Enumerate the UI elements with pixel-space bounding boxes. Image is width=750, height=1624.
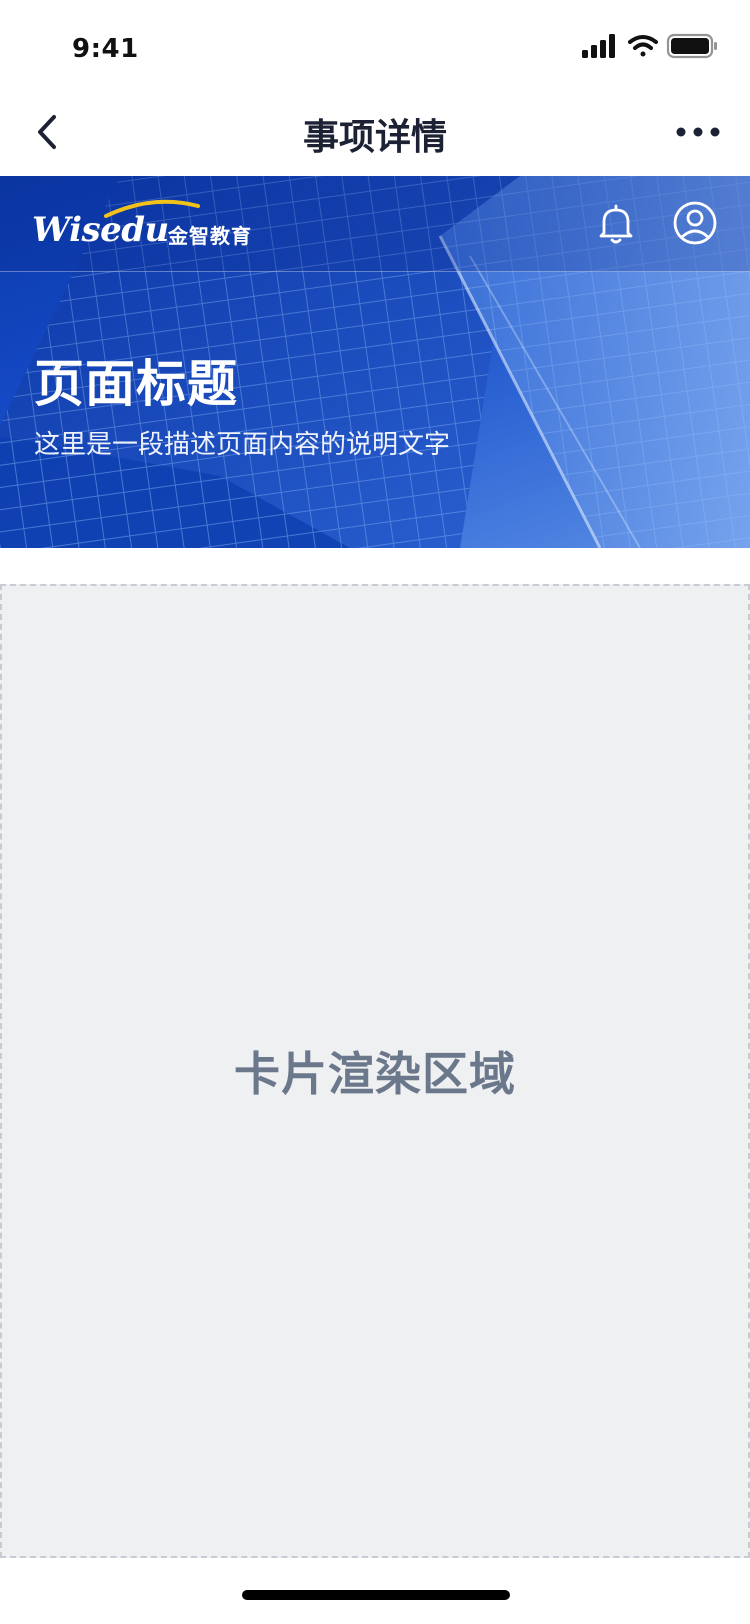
card-area-label: 卡片渲染区域 — [234, 1047, 516, 1101]
nav-bar: 事项详情 — [0, 88, 750, 176]
banner-topbar: Wisedu 金智教育 — [0, 176, 750, 272]
logo-chinese-text: 金智教育 — [168, 224, 252, 248]
wifi-icon — [628, 35, 658, 57]
signal-icon — [582, 34, 615, 58]
more-horizontal-icon — [676, 127, 720, 137]
user-circle-icon — [673, 201, 717, 245]
status-icons — [580, 33, 720, 59]
banner-title: 页面标题 — [34, 355, 238, 413]
wisedu-logo: Wisedu 金智教育 — [32, 196, 262, 256]
status-time: 9:41 — [72, 34, 139, 64]
battery-icon — [666, 33, 717, 59]
bell-icon — [599, 204, 633, 244]
notification-button[interactable] — [594, 202, 638, 246]
more-button[interactable] — [668, 106, 728, 158]
home-indicator[interactable] — [242, 1590, 510, 1600]
status-bar: 9:41 — [0, 0, 750, 88]
profile-button[interactable] — [672, 200, 718, 246]
card-render-area: 卡片渲染区域 — [0, 584, 750, 1558]
page-title: 事项详情 — [302, 117, 447, 158]
banner-description: 这里是一段描述页面内容的说明文字 — [34, 430, 451, 460]
header-banner: Wisedu 金智教育 页面标题 这里是一段描述页面内容的说明文字 — [0, 176, 750, 548]
logo-text: Wisedu — [32, 210, 169, 250]
